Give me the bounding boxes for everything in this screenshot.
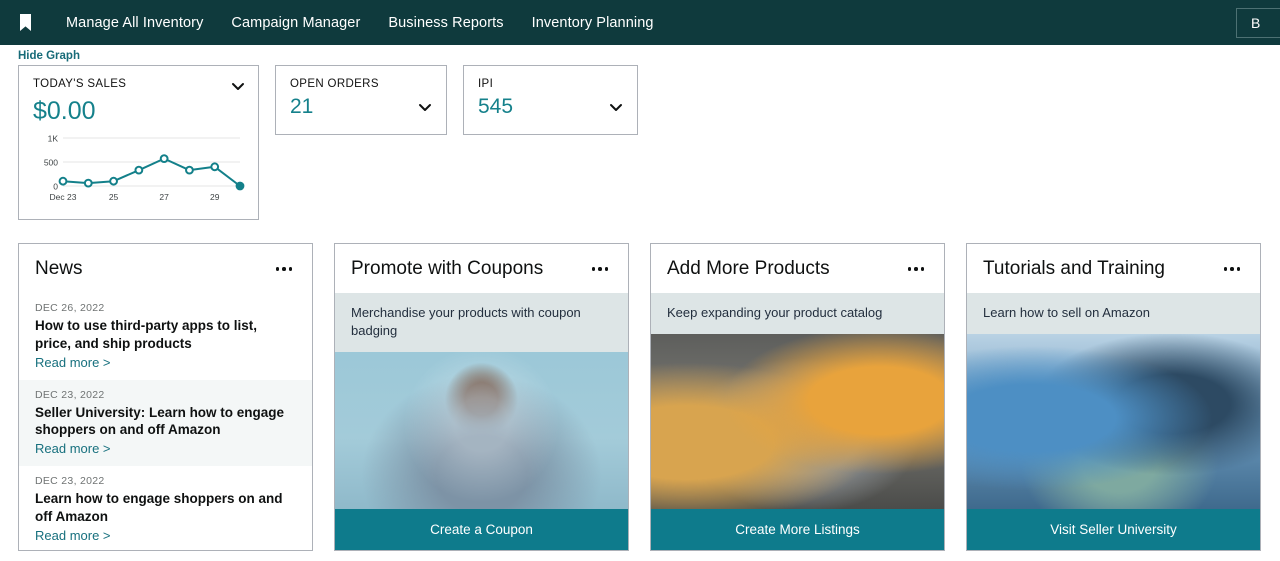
- man-with-headset-screens-photo: [967, 333, 1260, 509]
- news-panel: News DEC 26, 2022 How to use third-party…: [18, 243, 313, 551]
- open-orders-card[interactable]: OPEN ORDERS 21: [275, 65, 447, 135]
- nav-links: Manage All Inventory Campaign Manager Bu…: [66, 15, 654, 31]
- svg-text:29: 29: [210, 192, 220, 202]
- nav-right-button[interactable]: B: [1236, 8, 1280, 38]
- news-item-title: Seller University: Learn how to engage s…: [35, 404, 285, 438]
- open-orders-value: 21: [290, 95, 314, 118]
- products-panel-subtitle: Keep expanding your product catalog: [651, 293, 944, 334]
- products-panel-header: Add More Products: [651, 244, 944, 293]
- svg-text:27: 27: [159, 192, 169, 202]
- coupons-panel-title: Promote with Coupons: [351, 258, 544, 279]
- tutorials-panel-subtitle: Learn how to sell on Amazon: [967, 293, 1260, 334]
- dashboard-card-row: News DEC 26, 2022 How to use third-party…: [0, 243, 1280, 551]
- overflow-menu-icon[interactable]: [272, 263, 297, 275]
- news-item-read-more-link[interactable]: Read more >: [35, 441, 296, 456]
- ipi-label: IPI: [478, 78, 494, 90]
- news-item-title: Learn how to engage shoppers on and off …: [35, 491, 283, 525]
- news-item-date: DEC 23, 2022: [35, 388, 105, 401]
- news-item-read-more-link[interactable]: Read more >: [35, 355, 296, 370]
- chevron-down-icon[interactable]: [417, 99, 433, 115]
- news-item-read-more-link[interactable]: Read more >: [35, 528, 296, 543]
- products-panel-title: Add More Products: [667, 258, 830, 279]
- overflow-menu-icon[interactable]: [588, 263, 613, 275]
- ipi-card[interactable]: IPI 545: [463, 65, 638, 135]
- man-holding-coupon-photo: [335, 351, 628, 509]
- news-item-title: How to use third-party apps to list, pri…: [35, 318, 258, 351]
- promote-with-coupons-panel: Promote with Coupons Merchandise your pr…: [334, 243, 629, 551]
- list-item[interactable]: DEC 26, 2022 How to use third-party apps…: [19, 293, 312, 380]
- svg-text:Dec 23: Dec 23: [50, 192, 77, 202]
- todays-sales-card[interactable]: TODAY'S SALES $0.00 0 500 1K Dec 23 25 27 29: [18, 65, 259, 220]
- nav-link-business-reports[interactable]: Business Reports: [388, 15, 503, 31]
- news-panel-header: News: [19, 244, 312, 293]
- svg-text:1K: 1K: [48, 134, 59, 144]
- news-item-date: DEC 26, 2022: [35, 302, 105, 314]
- coupons-panel-subtitle: Merchandise your products with coupon ba…: [335, 293, 628, 352]
- create-a-coupon-button[interactable]: Create a Coupon: [335, 509, 628, 550]
- add-more-products-panel: Add More Products Keep expanding your pr…: [650, 243, 945, 551]
- news-list: DEC 26, 2022 How to use third-party apps…: [19, 293, 312, 553]
- sales-sparkline-chart: 0 500 1K Dec 23 25 27 29: [33, 132, 245, 204]
- metrics-strip: TODAY'S SALES $0.00 0 500 1K Dec 23 25 27 29 O…: [0, 65, 1280, 220]
- todays-sales-label: TODAY'S SALES: [33, 78, 127, 90]
- bookmark-icon[interactable]: [14, 12, 36, 34]
- svg-text:0: 0: [53, 182, 58, 192]
- ipi-value: 545: [478, 95, 514, 118]
- open-orders-label: OPEN ORDERS: [290, 78, 379, 90]
- nav-link-inventory-planning[interactable]: Inventory Planning: [532, 15, 654, 31]
- overflow-menu-icon[interactable]: [904, 263, 929, 275]
- chevron-down-icon[interactable]: [230, 78, 246, 94]
- visit-seller-university-button[interactable]: Visit Seller University: [967, 509, 1260, 550]
- chevron-down-icon[interactable]: [608, 99, 624, 115]
- tutorials-panel-header: Tutorials and Training: [967, 244, 1260, 293]
- tutorials-panel-title: Tutorials and Training: [983, 258, 1166, 279]
- top-navigation-bar: Manage All Inventory Campaign Manager Bu…: [0, 0, 1280, 45]
- svg-text:25: 25: [109, 192, 119, 202]
- create-more-listings-button[interactable]: Create More Listings: [651, 509, 944, 550]
- news-item-date: DEC 23, 2022: [35, 475, 105, 488]
- tutorials-and-training-panel: Tutorials and Training Learn how to sell…: [966, 243, 1261, 551]
- hide-graph-link[interactable]: Hide Graph: [0, 45, 80, 65]
- coupons-panel-header: Promote with Coupons: [335, 244, 628, 293]
- news-panel-title: News: [35, 258, 83, 279]
- list-item[interactable]: DEC 23, 2022 Seller University: Learn ho…: [19, 379, 312, 467]
- overflow-menu-icon[interactable]: [1220, 263, 1245, 275]
- todays-sales-value: $0.00: [33, 97, 96, 125]
- list-item[interactable]: DEC 23, 2022 Learn how to engage shopper…: [19, 466, 312, 553]
- packing-boxes-laptop-photo: [651, 333, 944, 509]
- svg-text:500: 500: [44, 158, 58, 168]
- nav-link-manage-all-inventory[interactable]: Manage All Inventory: [66, 15, 203, 31]
- nav-link-campaign-manager[interactable]: Campaign Manager: [231, 15, 360, 31]
